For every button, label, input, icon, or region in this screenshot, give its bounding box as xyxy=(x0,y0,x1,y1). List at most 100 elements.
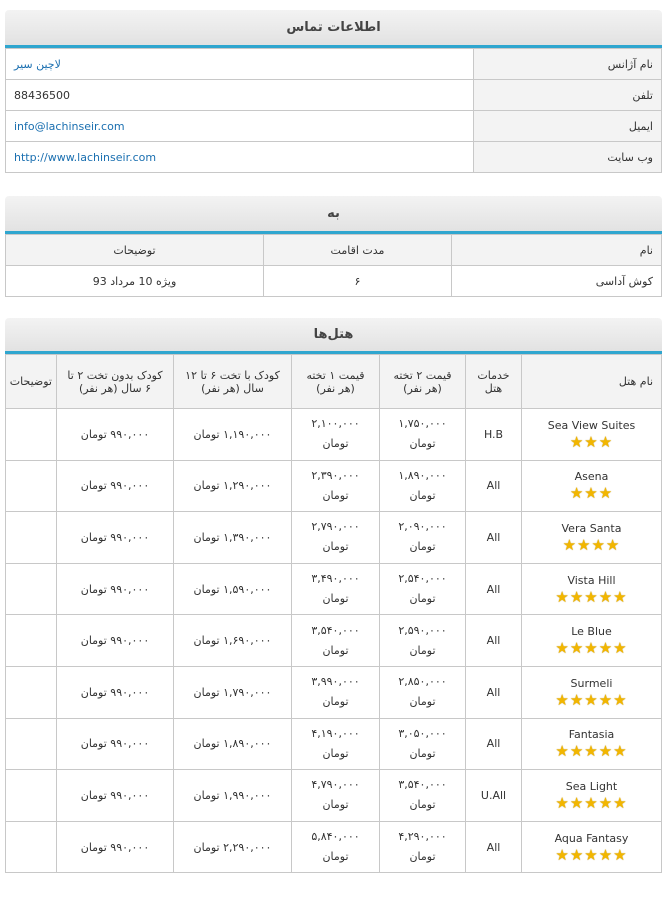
hotel-notes xyxy=(5,665,57,719)
currency-label: تومان xyxy=(322,643,349,657)
currency-label: تومان xyxy=(409,643,436,657)
contact-row-website: وب سایت http://www.lachinseir.com xyxy=(5,141,662,173)
contact-row-email: ایمیل info@lachinseir.com xyxy=(5,110,662,142)
contact-table: نام آژانس لاچین سیر تلفن 88436500 ایمیل … xyxy=(5,48,662,173)
currency-label: تومان xyxy=(322,746,349,760)
single-price: ۳,۵۴۰,۰۰۰ xyxy=(311,623,360,637)
currency-label: تومان xyxy=(409,488,436,502)
hotels-title: هتل‌ها xyxy=(5,318,662,354)
hotel-notes xyxy=(5,717,57,771)
child-bed-price: ۱,۳۹۰,۰۰۰ تومان xyxy=(173,511,292,564)
hotel-cell: Asena ★★★ xyxy=(521,459,662,513)
double-price-cell: ۲,۰۹۰,۰۰۰ تومان xyxy=(379,511,466,564)
hotels-panel: هتل‌ها نام هتل خدمات هتل قیمت ۲ تخته (هر… xyxy=(5,318,662,874)
hotel-notes xyxy=(5,511,57,564)
star-rating-icon: ★★★★★ xyxy=(555,690,628,709)
double-price-cell: ۲,۸۵۰,۰۰۰ تومان xyxy=(379,665,466,719)
hotels-table: نام هتل خدمات هتل قیمت ۲ تخته (هر نفر) ق… xyxy=(5,354,662,874)
currency-label: تومان xyxy=(322,437,349,451)
double-price-cell: ۲,۵۴۰,۰۰۰ تومان xyxy=(379,562,466,616)
hotel-service: All xyxy=(465,820,522,874)
hotel-notes xyxy=(5,562,57,616)
child-bed-price: ۱,۶۹۰,۰۰۰ تومان xyxy=(173,614,292,667)
website-link[interactable]: http://www.lachinseir.com xyxy=(14,151,156,164)
child-bed-price: ۱,۸۹۰,۰۰۰ تومان xyxy=(173,717,292,771)
single-price: ۴,۱۹۰,۰۰۰ xyxy=(311,726,360,740)
col-stay-header: مدت اقامت xyxy=(263,234,452,266)
hotel-row: Asena ★★★ All ۱,۸۹۰,۰۰۰ تومان ۲,۳۹۰,۰۰۰ تومان ۱… xyxy=(5,459,662,513)
hotel-cell: Surmeli ★★★★★ xyxy=(521,665,662,719)
single-price: ۴,۷۹۰,۰۰۰ xyxy=(311,778,360,792)
child-nobed-price: ۹۹۰,۰۰۰ تومان xyxy=(56,459,174,513)
hotel-service: H.B xyxy=(465,408,522,461)
double-price-cell: ۱,۸۹۰,۰۰۰ تومان xyxy=(379,459,466,513)
hotel-cell: Sea View Suites ★★★ xyxy=(521,408,662,461)
hotel-cell: Le Blue ★★★★★ xyxy=(521,614,662,667)
double-price-cell: ۴,۲۹۰,۰۰۰ تومان xyxy=(379,820,466,874)
hotel-row: Vera Santa ★★★★ All ۲,۰۹۰,۰۰۰ تومان ۲,۷۹۰,۰۰۰… xyxy=(5,511,662,564)
hotel-notes xyxy=(5,820,57,874)
double-price: ۴,۲۹۰,۰۰۰ xyxy=(398,830,447,844)
single-price: ۳,۹۹۰,۰۰۰ xyxy=(311,675,360,689)
single-price: ۲,۱۰۰,۰۰۰ xyxy=(311,417,360,431)
col-single: قیمت ۱ تخته (هر نفر) xyxy=(291,354,380,409)
double-price: ۳,۰۵۰,۰۰۰ xyxy=(398,726,447,740)
currency-label: تومان xyxy=(409,798,436,812)
child-nobed-price: ۹۹۰,۰۰۰ تومان xyxy=(56,820,174,874)
contact-row-phone: تلفن 88436500 xyxy=(5,79,662,111)
star-rating-icon: ★★★★★ xyxy=(555,587,628,606)
child-nobed-price: ۹۹۰,۰۰۰ تومان xyxy=(56,717,174,771)
currency-label: تومان xyxy=(409,695,436,709)
hotel-cell: Aqua Fantasy ★★★★★ xyxy=(521,820,662,874)
hotel-service: All xyxy=(465,665,522,719)
hotel-service: All xyxy=(465,614,522,667)
hotel-name: Sea Light xyxy=(565,779,618,793)
currency-label: تومان xyxy=(409,592,436,606)
hotel-row: Surmeli ★★★★★ All ۲,۸۵۰,۰۰۰ تومان ۳,۹۹۰,۰۰۰ تو… xyxy=(5,665,662,719)
child-nobed-price: ۹۹۰,۰۰۰ تومان xyxy=(56,769,174,822)
hotel-row: Sea View Suites ★★★ H.B ۱,۷۵۰,۰۰۰ تومان ۲,۱۰۰… xyxy=(5,408,662,461)
single-price-cell: ۳,۴۹۰,۰۰۰ تومان xyxy=(291,562,380,616)
double-price: ۲,۰۹۰,۰۰۰ xyxy=(398,520,447,534)
child-bed-price: ۱,۷۹۰,۰۰۰ تومان xyxy=(173,665,292,719)
contact-title: اطلاعات تماس xyxy=(5,10,662,48)
child-bed-price: ۱,۵۹۰,۰۰۰ تومان xyxy=(173,562,292,616)
hotel-row: Fantasia ★★★★★ All ۳,۰۵۰,۰۰۰ تومان ۴,۱۹۰,۰۰۰ ت… xyxy=(5,717,662,771)
currency-label: تومان xyxy=(409,850,436,864)
hotel-service: All xyxy=(465,511,522,564)
star-rating-icon: ★★★★★ xyxy=(555,639,628,658)
agency-link[interactable]: لاچین سیر xyxy=(14,58,61,71)
currency-label: تومان xyxy=(322,798,349,812)
destination-stay: ۶ xyxy=(263,265,452,297)
single-price: ۲,۷۹۰,۰۰۰ xyxy=(311,520,360,534)
double-price: ۲,۸۵۰,۰۰۰ xyxy=(398,675,447,689)
hotel-notes xyxy=(5,459,57,513)
star-rating-icon: ★★★★★ xyxy=(555,845,628,864)
email-link[interactable]: info@lachinseir.com xyxy=(14,120,125,133)
website-label: وب سایت xyxy=(473,141,662,173)
col-hotel-name: نام هتل xyxy=(521,354,662,409)
hotel-notes xyxy=(5,408,57,461)
hotel-name: Aqua Fantasy xyxy=(554,831,629,845)
hotels-header-row: نام هتل خدمات هتل قیمت ۲ تخته (هر نفر) ق… xyxy=(5,354,662,409)
double-price-cell: ۳,۰۵۰,۰۰۰ تومان xyxy=(379,717,466,771)
hotel-row: Vista Hill ★★★★★ All ۲,۵۴۰,۰۰۰ تومان ۳,۴۹۰,۰۰… xyxy=(5,562,662,616)
hotels-body: Sea View Suites ★★★ H.B ۱,۷۵۰,۰۰۰ تومان ۲,۱۰۰… xyxy=(5,408,662,874)
destination-notes: ویژه 10 مرداد 93 xyxy=(5,265,264,297)
col-double: قیمت ۲ تخته (هر نفر) xyxy=(379,354,466,409)
hotel-service: All xyxy=(465,562,522,616)
email-label: ایمیل xyxy=(473,110,662,142)
hotel-name: Fantasia xyxy=(568,728,615,742)
single-price-cell: ۵,۸۴۰,۰۰۰ تومان xyxy=(291,820,380,874)
hotel-cell: Fantasia ★★★★★ xyxy=(521,717,662,771)
star-rating-icon: ★★★ xyxy=(569,432,614,451)
single-price-cell: ۳,۵۴۰,۰۰۰ تومان xyxy=(291,614,380,667)
col-child-bed: کودک با تخت ۶ تا ۱۲ سال (هر نفر) xyxy=(173,354,292,409)
destination-row: کوش آداسی ۶ ویژه 10 مرداد 93 xyxy=(5,265,662,297)
currency-label: تومان xyxy=(322,695,349,709)
hotel-name: Asena xyxy=(574,470,609,484)
child-nobed-price: ۹۹۰,۰۰۰ تومان xyxy=(56,511,174,564)
contact-row-agency: نام آژانس لاچین سیر xyxy=(5,48,662,80)
single-price-cell: ۴,۷۹۰,۰۰۰ تومان xyxy=(291,769,380,822)
child-nobed-price: ۹۹۰,۰۰۰ تومان xyxy=(56,614,174,667)
